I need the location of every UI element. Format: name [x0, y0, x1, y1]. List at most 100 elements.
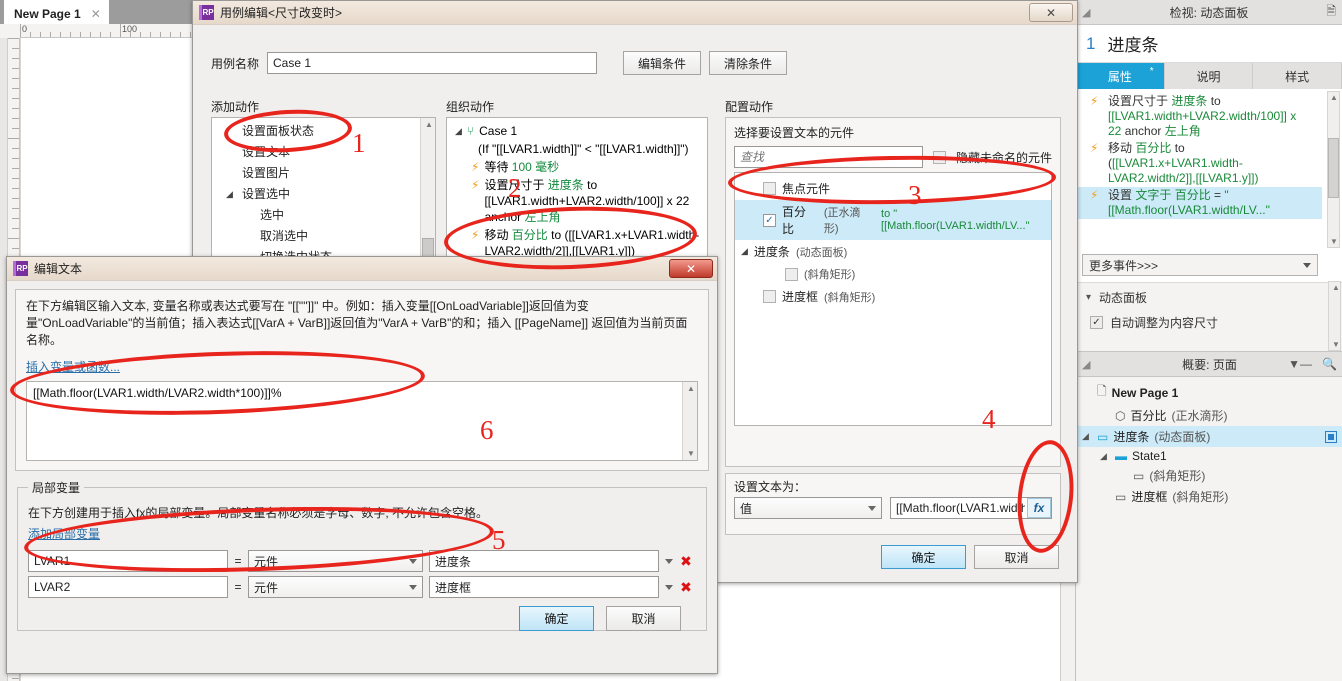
scroll-down-icon[interactable]: ▼	[1332, 340, 1340, 349]
dynamic-panel-scrollbar[interactable]: ▲ ▼	[1328, 281, 1341, 351]
action-list-item[interactable]: ◢ 设置选中	[212, 184, 435, 205]
clear-condition-button[interactable]: 清除条件	[709, 51, 788, 75]
widget-checkbox[interactable]	[763, 182, 776, 195]
case-name-input[interactable]	[267, 52, 598, 74]
widget-checkbox-row[interactable]: ◢ 进度条 (动态面板)	[735, 240, 1051, 263]
outline-tree[interactable]: 🗋 New Page 1 ⬡ 百分比 (正水滴形) ◢ ▭ 进度条 (动态面板) ◢ ▬ State1…	[1076, 377, 1342, 507]
ruler-tick	[12, 148, 19, 149]
event-row[interactable]: ⚡ 移动 百分比 to ([[LVAR1.x+LVAR1.width-LVAR2.…	[1076, 140, 1322, 187]
page-tab-new-page-1[interactable]: New Page 1 ✕	[4, 0, 109, 24]
panel-icon: ▭	[1097, 429, 1109, 444]
scroll-up-icon[interactable]: ▲	[687, 384, 695, 393]
organize-tree-row[interactable]: ⚡ 移动 百分比 to ([[LVAR1.x+LVAR1.width-LVAR2.…	[447, 226, 707, 260]
more-events-dropdown[interactable]: 更多事件>>>	[1082, 254, 1318, 276]
widget-checkbox[interactable]	[763, 290, 776, 303]
local-variable-name-input[interactable]	[28, 550, 228, 572]
bolt-icon: ⚡	[1090, 188, 1099, 202]
event-row[interactable]: ⚡ 设置 文字于 百分比 = "[[Math.floor(LVAR1.width/…	[1076, 187, 1322, 219]
events-scroll-thumb[interactable]	[1328, 138, 1339, 198]
edit-condition-button[interactable]: 编辑条件	[623, 51, 702, 75]
outline-item[interactable]: ▭ 进度框 (斜角矩形)	[1076, 486, 1342, 507]
ruler-tick	[12, 218, 19, 219]
local-variable-value-label: 进度条	[435, 554, 472, 569]
expression-scrollbar[interactable]: ▲ ▼	[682, 382, 697, 460]
local-variable-type-select[interactable]: 元件	[248, 550, 423, 572]
chevron-down-icon	[409, 584, 417, 590]
widget-checkbox-row[interactable]: 焦点元件	[735, 177, 1051, 200]
chevron-down-icon	[409, 558, 417, 564]
local-variable-value-select[interactable]: 进度框	[429, 576, 659, 598]
widget-checkbox-list[interactable]: 焦点元件 ✓ 百分比 (正水滴形) to "[[Math.floor(LVAR1.wid…	[734, 172, 1052, 426]
outline-panel-header: ◢ 概要: 页面 ▼— 🔍	[1076, 352, 1342, 377]
auto-fit-checkbox[interactable]: ✓	[1090, 316, 1103, 329]
chevron-down-icon[interactable]	[665, 584, 673, 590]
tab-0[interactable]: 属性 *	[1076, 63, 1165, 89]
outline-item[interactable]: 🗋 New Page 1	[1076, 380, 1342, 405]
expander-icon[interactable]: ◢	[741, 246, 748, 257]
hide-unnamed-checkbox[interactable]	[932, 150, 946, 164]
value-type-select[interactable]: 值	[734, 497, 882, 519]
dynamic-panel-section-header[interactable]: ▾ 动态面板	[1076, 283, 1342, 312]
outline-item[interactable]: ⬡ 百分比 (正水滴形)	[1076, 405, 1342, 426]
widget-checkbox[interactable]: ✓	[763, 213, 776, 227]
edit-text-titlebar[interactable]: RP 编辑文本 ✕	[7, 257, 717, 281]
outline-item[interactable]: ◢ ▭ 进度条 (动态面板)	[1076, 426, 1342, 447]
scroll-up-icon[interactable]: ▲	[1332, 283, 1340, 292]
action-list-item[interactable]: 设置图片	[212, 163, 435, 184]
auto-fit-checkbox-row[interactable]: ✓ 自动调整为内容尺寸	[1076, 312, 1342, 339]
case-name-label: 用例名称	[211, 56, 260, 71]
fx-button[interactable]: fx	[1027, 498, 1051, 518]
expander-icon[interactable]: ◢	[1100, 451, 1110, 462]
widget-checkbox-row[interactable]: (斜角矩形)	[735, 263, 1051, 285]
expander-icon[interactable]: ◢	[1082, 431, 1092, 442]
local-variable-name-input[interactable]	[28, 576, 228, 598]
action-list-item[interactable]: 选中	[212, 205, 435, 226]
scroll-up-icon[interactable]: ▲	[1330, 93, 1338, 102]
insert-variable-link[interactable]: 插入变量或函数...	[26, 358, 120, 375]
ok-button[interactable]: 确定	[519, 606, 594, 631]
search-icon[interactable]: 🔍	[1322, 357, 1337, 371]
add-local-variable-link[interactable]: 添加局部变量	[28, 525, 100, 542]
local-variable-value-select[interactable]: 进度条	[429, 550, 659, 572]
filter-icon[interactable]: ▼—	[1288, 357, 1312, 371]
page-icon[interactable]: 🗎	[1326, 2, 1336, 23]
outline-item[interactable]: ▭ (斜角矩形)	[1076, 465, 1342, 486]
local-variable-type-select[interactable]: 元件	[248, 576, 423, 598]
widget-checkbox[interactable]	[785, 267, 798, 281]
chevron-down-icon[interactable]	[665, 558, 673, 564]
scroll-up-icon[interactable]: ▲	[425, 120, 433, 129]
collapse-icon[interactable]: ◢	[1082, 358, 1090, 371]
delete-local-variable-icon[interactable]: ✖	[679, 579, 693, 596]
tab-1[interactable]: 说明	[1165, 63, 1254, 89]
tab-2[interactable]: 样式	[1253, 63, 1342, 89]
collapse-icon[interactable]: ◢	[1082, 6, 1090, 19]
action-list-item[interactable]: 设置面板状态	[212, 121, 435, 142]
expander-icon[interactable]: ◢	[226, 186, 233, 203]
action-list-item[interactable]: 取消选中	[212, 226, 435, 247]
widget-search-input[interactable]	[734, 146, 923, 168]
outline-item[interactable]: ◢ ▬ State1	[1076, 447, 1342, 465]
case-editor-titlebar[interactable]: RP 用例编辑<尺寸改变时> ✕	[193, 1, 1077, 25]
close-icon[interactable]: ✕	[91, 7, 101, 21]
close-button[interactable]: ✕	[669, 259, 713, 278]
ok-button[interactable]: 确定	[881, 545, 966, 569]
widget-checkbox-row[interactable]: 进度框 (斜角矩形)	[735, 285, 1051, 308]
expression-textarea[interactable]: [[Math.floor(LVAR1.width/LVAR2.width*100…	[26, 381, 698, 461]
organize-tree-row[interactable]: (If "[[LVAR1.width]]" < "[[LVAR1.width]]…	[447, 140, 707, 158]
events-list[interactable]: ⚡ 设置尺寸于 进度条 to [[LVAR1.width+LVAR2.width/…	[1076, 89, 1342, 283]
organize-tree-row[interactable]: ⚡ 等待 100 毫秒	[447, 158, 707, 176]
events-scrollbar[interactable]: ▲ ▼	[1327, 91, 1340, 248]
organize-tree-row[interactable]: ◢ ⑂ Case 1	[447, 122, 707, 140]
scroll-down-icon[interactable]: ▼	[1330, 237, 1338, 246]
close-button[interactable]: ✕	[1029, 3, 1073, 22]
event-row[interactable]: ⚡ 设置尺寸于 进度条 to [[LVAR1.width+LVAR2.width/…	[1076, 93, 1322, 140]
cancel-button[interactable]: 取消	[974, 545, 1059, 569]
expander-icon[interactable]: ◢	[455, 123, 462, 139]
cancel-button[interactable]: 取消	[606, 606, 681, 631]
organize-tree-row[interactable]: ⚡ 设置尺寸于 进度条 to [[LVAR1.width+LVAR2.width/…	[447, 176, 707, 226]
widget-checkbox-row[interactable]: ✓ 百分比 (正水滴形) to "[[Math.floor(LVAR1.width/L…	[735, 200, 1051, 240]
panel-state-icon[interactable]	[1325, 430, 1337, 443]
delete-local-variable-icon[interactable]: ✖	[679, 553, 693, 570]
scroll-down-icon[interactable]: ▼	[687, 449, 695, 458]
action-list-item[interactable]: 设置文本	[212, 142, 435, 163]
